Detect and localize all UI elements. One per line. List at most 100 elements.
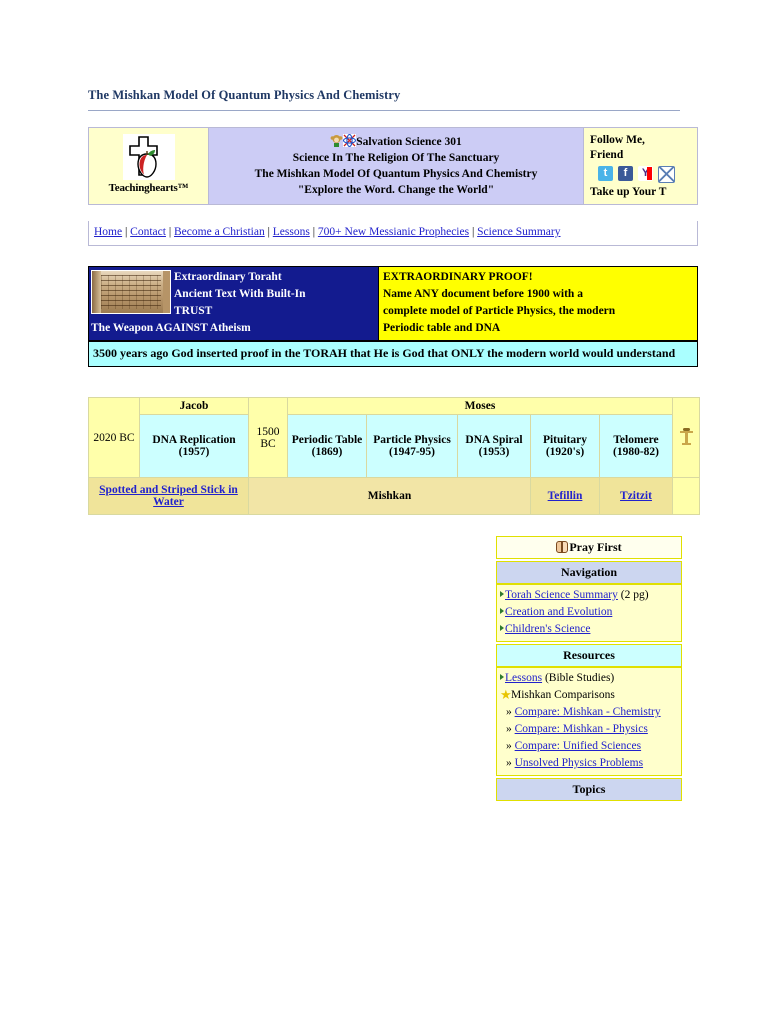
nav-link-contact[interactable]: Contact <box>130 226 166 238</box>
nav-link-become-a-christian[interactable]: Become a Christian <box>174 226 265 238</box>
mishkan-comparison-table: 2020 BC Jacob 1500 BC Moses DNA Replicat… <box>88 397 700 515</box>
nav-sep: | <box>168 226 172 238</box>
list-item[interactable]: Children's Science <box>500 621 678 638</box>
cell-date-moses: 1500 BC <box>248 397 288 478</box>
site-logo-cell[interactable]: Teachinghearts™ <box>89 128 209 204</box>
cell-header-jacob: Jacob <box>139 397 249 415</box>
pray-first-label: Pray First <box>569 540 622 554</box>
link-unsolved-physics-problems[interactable]: Unsolved Physics Problems <box>515 757 643 769</box>
list-item: ★Mishkan Comparisons <box>500 687 678 704</box>
double-chevron-icon: » <box>506 723 512 735</box>
cross-apple-logo-icon <box>122 134 175 180</box>
sidebar-heading-resources: Resources <box>496 644 682 667</box>
torah-promo-line-4: The Weapon AGAINST Atheism <box>91 322 251 334</box>
double-chevron-icon: » <box>506 757 512 769</box>
torah-scroll-image <box>91 270 171 314</box>
facebook-icon[interactable]: f <box>618 166 633 181</box>
menorah-glyph <box>679 427 693 445</box>
cell-moses-item-dna-spiral: DNA Spiral (1953) <box>457 414 531 478</box>
twitter-icon[interactable]: t <box>598 166 613 181</box>
bullet-icon <box>500 674 504 680</box>
masthead: Teachinghearts™ Salvation Science 301 Sc… <box>88 127 698 205</box>
promo-row: Extraordinary Toraht Ancient Text With B… <box>88 266 698 341</box>
nav-link-messianic-prophecies[interactable]: 700+ New Messianic Prophecies <box>318 226 469 238</box>
double-chevron-icon: » <box>506 740 512 752</box>
bullet-icon <box>500 591 504 597</box>
nav-sep: | <box>124 226 128 238</box>
proof-heading: EXTRAORDINARY PROOF! <box>383 271 533 283</box>
menorah-icon <box>672 397 700 478</box>
list-item[interactable]: Creation and Evolution <box>500 604 678 621</box>
bullet-icon <box>500 625 504 631</box>
masthead-title: Salvation Science 301 <box>356 136 462 148</box>
nav-sep: | <box>471 226 475 238</box>
cell-moses-item-telomere: Telomere (1980-82) <box>599 414 673 478</box>
page-title: The Mishkan Model Of Quantum Physics And… <box>88 88 401 102</box>
link-lessons[interactable]: Lessons <box>505 672 542 684</box>
torah-proof-banner: 3500 years ago God inserted proof in the… <box>88 341 698 367</box>
page-title-block: The Mishkan Model Of Quantum Physics And… <box>88 88 680 111</box>
sidebar-resources-list: Lessons (Bible Studies) ★Mishkan Compari… <box>496 667 682 776</box>
nav-sep: | <box>312 226 316 238</box>
nav-link-lessons[interactable]: Lessons <box>273 226 310 238</box>
follow-line-1: Follow Me, <box>590 134 645 146</box>
torah-science-summary-suffix: (2 pg) <box>617 589 649 601</box>
cell-moses-item-pituitary: Pituitary (1920's) <box>530 414 600 478</box>
cell-footer-mishkan: Mishkan <box>248 477 531 515</box>
cell-moses-item-periodic-table: Periodic Table (1869) <box>287 414 367 478</box>
cell-header-moses: Moses <box>287 397 673 415</box>
sidebar: Pray First Navigation Torah Science Summ… <box>496 536 682 801</box>
dna-atom-icon <box>343 133 357 148</box>
proof-line-3: Periodic table and DNA <box>383 322 501 334</box>
masthead-subtitle-1: Science In The Religion Of The Sanctuary <box>292 152 500 164</box>
title-divider <box>88 110 680 111</box>
follow-me-panel: Follow Me, Friend t f Y Take up Your T <box>584 128 697 204</box>
list-item[interactable]: » Compare: Unified Sciences <box>500 738 678 755</box>
masthead-center: Salvation Science 301 Science In The Rel… <box>209 128 584 204</box>
table-row-discoveries: DNA Replication (1957) Periodic Table (1… <box>89 414 700 478</box>
nav-link-home[interactable]: Home <box>94 226 122 238</box>
masthead-subtitle-2: The Mishkan Model Of Quantum Physics And… <box>254 168 538 180</box>
mishkan-comparisons-label: Mishkan Comparisons <box>511 689 615 701</box>
primary-navigation: Home | Contact | Become a Christian | Le… <box>88 221 698 246</box>
cell-footer-tefillin[interactable]: Tefillin <box>530 477 600 515</box>
list-item[interactable]: Lessons (Bible Studies) <box>500 670 678 687</box>
table-row-footer: Spotted and Striped Stick in Water Mishk… <box>88 477 700 515</box>
list-item[interactable]: » Unsolved Physics Problems <box>500 755 678 772</box>
social-links: t f Y <box>598 166 693 183</box>
proof-promo-box: EXTRAORDINARY PROOF! Name ANY document b… <box>379 266 698 341</box>
monkey-icon <box>330 134 343 147</box>
sidebar-heading-navigation: Navigation <box>496 561 682 584</box>
proof-line-1: Name ANY document before 1900 with a <box>383 288 583 300</box>
email-icon[interactable] <box>658 166 675 183</box>
link-torah-science-summary[interactable]: Torah Science Summary <box>505 589 618 601</box>
nav-link-science-summary[interactable]: Science Summary <box>477 226 560 238</box>
list-item[interactable]: Torah Science Summary (2 pg) <box>500 587 678 604</box>
list-item[interactable]: » Compare: Mishkan - Physics <box>500 721 678 738</box>
torah-promo-box: Extraordinary Toraht Ancient Text With B… <box>88 266 379 341</box>
table-row-headers: 2020 BC Jacob 1500 BC Moses <box>88 397 700 478</box>
cell-jacob-item: DNA Replication (1957) <box>139 414 249 478</box>
follow-line-2: Friend <box>590 149 624 161</box>
double-chevron-icon: » <box>506 706 512 718</box>
masthead-tagline: "Explore the Word. Change the World" <box>297 184 495 196</box>
proof-line-2: complete model of Particle Physics, the … <box>383 305 616 317</box>
cell-footer-tzitzit[interactable]: Tzitzit <box>599 477 673 515</box>
link-tefillin[interactable]: Tefillin <box>548 490 583 502</box>
link-tzitzit[interactable]: Tzitzit <box>620 490 652 502</box>
yahoo-icon[interactable]: Y <box>638 166 653 181</box>
link-creation-and-evolution[interactable]: Creation and Evolution <box>505 606 612 618</box>
brand-name: Teachinghearts™ <box>108 182 189 194</box>
link-compare-mishkan-physics[interactable]: Compare: Mishkan - Physics <box>515 723 648 735</box>
link-childrens-science[interactable]: Children's Science <box>505 623 590 635</box>
sidebar-pray-first[interactable]: Pray First <box>496 536 682 559</box>
list-item[interactable]: » Compare: Mishkan - Chemistry <box>500 704 678 721</box>
link-compare-mishkan-chemistry[interactable]: Compare: Mishkan - Chemistry <box>515 706 661 718</box>
cell-date-jacob: 2020 BC <box>88 397 140 478</box>
cell-footer-spacer <box>672 477 700 515</box>
cell-moses-item-particle-physics: Particle Physics (1947-95) <box>366 414 458 478</box>
link-spotted-striped-stick[interactable]: Spotted and Striped Stick in Water <box>99 484 238 508</box>
cell-footer-jacob[interactable]: Spotted and Striped Stick in Water <box>88 477 249 515</box>
link-compare-unified-sciences[interactable]: Compare: Unified Sciences <box>515 740 641 752</box>
bullet-icon <box>500 608 504 614</box>
